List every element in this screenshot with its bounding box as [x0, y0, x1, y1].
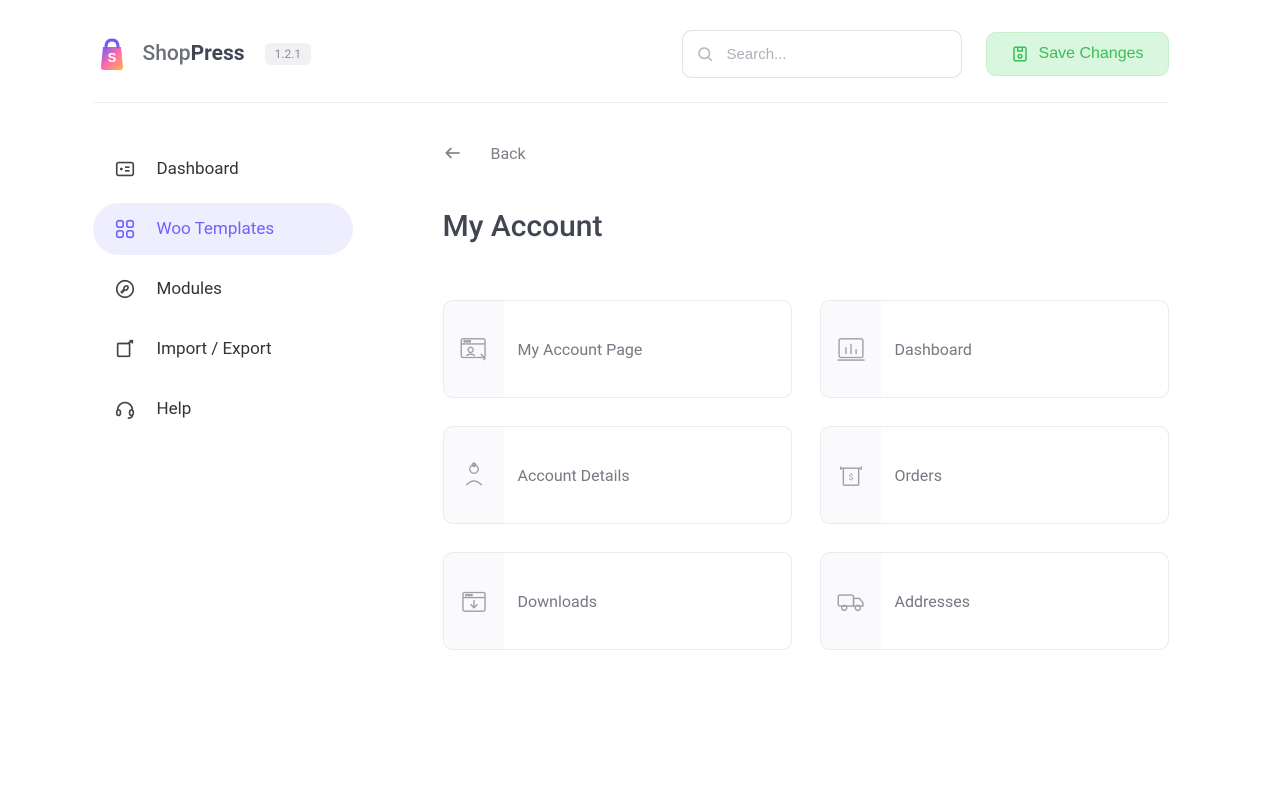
user-icon: [444, 427, 504, 523]
brand: S ShopPress 1.2.1: [93, 35, 312, 73]
save-button-label: Save Changes: [1039, 45, 1144, 63]
brand-name: ShopPress: [143, 42, 245, 66]
sidebar-item-label: Woo Templates: [157, 219, 275, 239]
import-export-icon: [113, 337, 137, 361]
search-icon: [696, 45, 714, 63]
grid-icon: [113, 217, 137, 241]
sidebar-item-import-export[interactable]: Import / Export: [93, 323, 353, 375]
sidebar: Dashboard Woo Templates: [93, 143, 353, 650]
orders-icon: $: [821, 427, 881, 523]
save-changes-button[interactable]: Save Changes: [986, 32, 1169, 76]
card-downloads[interactable]: Downloads: [443, 552, 792, 650]
chart-icon: [821, 301, 881, 397]
back-button[interactable]: Back: [443, 143, 526, 163]
version-badge: 1.2.1: [265, 43, 312, 65]
arrow-left-icon: [443, 143, 463, 163]
search-input[interactable]: [682, 30, 962, 78]
card-my-account-page[interactable]: My Account Page: [443, 300, 792, 398]
card-label: Account Details: [504, 427, 630, 523]
card-label: Downloads: [504, 553, 597, 649]
brand-name-bold: Press: [191, 42, 245, 66]
account-page-icon: [444, 301, 504, 397]
card-label: My Account Page: [504, 301, 643, 397]
header: S ShopPress 1.2.1: [93, 0, 1169, 103]
svg-text:$: $: [848, 472, 853, 483]
card-label: Dashboard: [881, 301, 972, 397]
sidebar-item-woo-templates[interactable]: Woo Templates: [93, 203, 353, 255]
header-right: Save Changes: [682, 30, 1169, 78]
card-addresses[interactable]: Addresses: [820, 552, 1169, 650]
sidebar-item-label: Dashboard: [157, 159, 239, 179]
card-account-details[interactable]: Account Details: [443, 426, 792, 524]
truck-icon: [821, 553, 881, 649]
main-content: Back My Account: [383, 143, 1169, 650]
sidebar-item-help[interactable]: Help: [93, 383, 353, 435]
back-label: Back: [491, 144, 526, 163]
wrench-icon: [113, 277, 137, 301]
card-orders[interactable]: $ Orders: [820, 426, 1169, 524]
headset-icon: [113, 397, 137, 421]
sidebar-item-modules[interactable]: Modules: [93, 263, 353, 315]
sidebar-item-dashboard[interactable]: Dashboard: [93, 143, 353, 195]
page-title: My Account: [443, 209, 1169, 244]
logo-icon: S: [93, 35, 131, 73]
cards-grid: My Account Page Dashboard: [443, 300, 1169, 650]
svg-text:S: S: [107, 50, 116, 65]
dashboard-icon: [113, 157, 137, 181]
sidebar-item-label: Import / Export: [157, 339, 272, 359]
download-icon: [444, 553, 504, 649]
sidebar-item-label: Modules: [157, 279, 222, 299]
card-label: Orders: [881, 427, 942, 523]
card-dashboard[interactable]: Dashboard: [820, 300, 1169, 398]
brand-name-light: Shop: [143, 42, 191, 66]
card-label: Addresses: [881, 553, 971, 649]
save-icon: [1011, 45, 1029, 63]
search-box: [682, 30, 962, 78]
sidebar-item-label: Help: [157, 399, 192, 419]
